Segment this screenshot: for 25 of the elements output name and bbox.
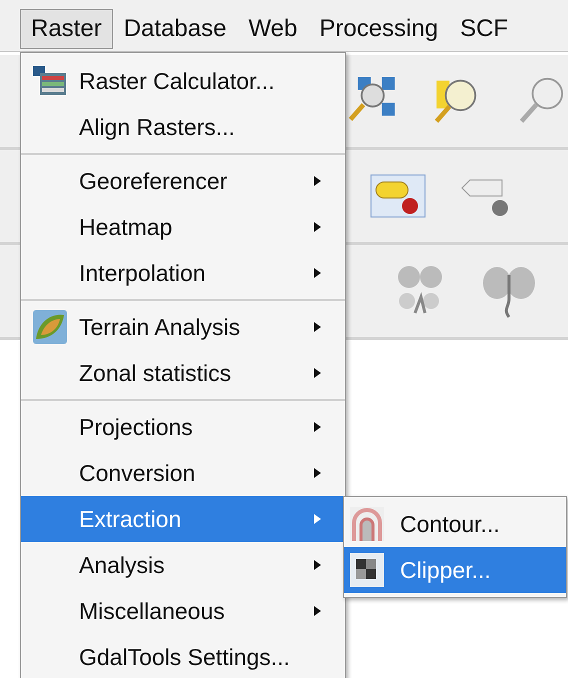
menu-bar-item[interactable]: Raster	[20, 9, 113, 49]
menu-item[interactable]: Georeferencer	[21, 158, 345, 204]
menu-item[interactable]: Contour...	[344, 501, 566, 547]
menu-bar-item[interactable]: Processing	[308, 9, 450, 49]
calculator-icon	[32, 65, 68, 97]
menu-bar-item[interactable]: SCF	[449, 9, 520, 49]
menu-item[interactable]: Interpolation	[21, 250, 345, 296]
menu-item[interactable]: Zonal statistics	[21, 350, 345, 396]
clipper-icon	[350, 553, 384, 587]
menu-item[interactable]: Conversion	[21, 450, 345, 496]
terrain-icon	[32, 309, 68, 345]
menu-item[interactable]: Clipper...	[344, 547, 566, 593]
menu-item[interactable]: Miscellaneous	[21, 588, 345, 634]
menu-item[interactable]: GdalTools Settings...	[21, 634, 345, 678]
contour-icon	[350, 507, 384, 541]
menu-item[interactable]: Extraction	[21, 496, 345, 542]
label-pin-icon[interactable]	[370, 174, 426, 218]
menu-item[interactable]: Projections	[21, 404, 345, 450]
menu-item[interactable]: Heatmap	[21, 204, 345, 250]
menu-item[interactable]: Analysis	[21, 542, 345, 588]
menu-bar-item[interactable]: Web	[237, 9, 308, 49]
menu-item[interactable]: Align Rasters...	[21, 104, 345, 150]
menu-item[interactable]: Raster Calculator...	[21, 58, 345, 104]
menu-bar-item[interactable]: Database	[112, 9, 238, 49]
menu-item[interactable]: Terrain Analysis	[21, 304, 345, 350]
